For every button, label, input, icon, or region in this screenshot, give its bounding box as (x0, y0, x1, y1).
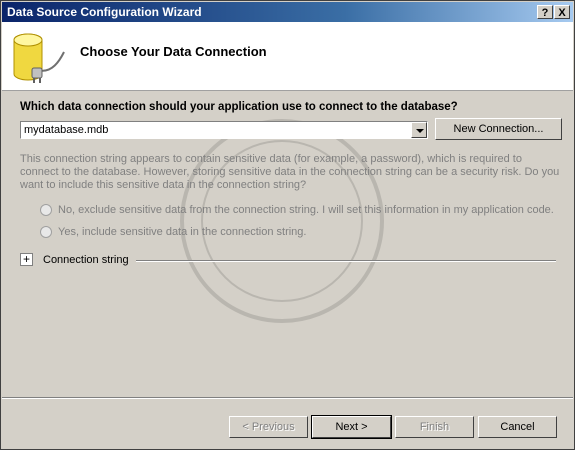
previous-button[interactable]: < Previous (229, 416, 308, 438)
footer-divider (2, 397, 573, 399)
radio-exclude-label: No, exclude sensitive data from the conn… (58, 204, 554, 217)
finish-button[interactable]: Finish (395, 416, 474, 438)
connection-string-divider (136, 260, 556, 262)
title-bar[interactable]: Data Source Configuration Wizard ? X (2, 2, 573, 22)
next-button[interactable]: Next > (311, 415, 392, 439)
wizard-content: Which data connection should your applic… (2, 91, 573, 395)
chevron-down-icon[interactable] (411, 122, 427, 138)
radio-exclude-sensitive[interactable]: No, exclude sensitive data from the conn… (40, 204, 554, 217)
wizard-window: Data Source Configuration Wizard ? X Cho… (0, 0, 575, 450)
watermark-seal-icon (142, 111, 422, 334)
connection-string-label: Connection string (43, 254, 129, 266)
new-connection-button[interactable]: New Connection... (435, 118, 562, 140)
close-button[interactable]: X (554, 5, 570, 19)
database-plug-icon (8, 30, 70, 89)
connection-question: Which data connection should your applic… (20, 101, 458, 113)
page-title: Choose Your Data Connection (80, 44, 267, 59)
connection-combobox-value: mydatabase.mdb (24, 124, 109, 136)
help-button[interactable]: ? (537, 5, 553, 19)
radio-circle-icon (40, 204, 52, 217)
connection-combobox[interactable]: mydatabase.mdb (20, 121, 428, 139)
sensitive-data-message: This connection string appears to contai… (20, 153, 560, 191)
window-title: Data Source Configuration Wizard (7, 5, 202, 19)
radio-include-label: Yes, include sensitive data in the conne… (58, 226, 307, 239)
wizard-header: Choose Your Data Connection (2, 22, 573, 91)
expand-connection-string-button[interactable]: + (20, 253, 33, 266)
radio-circle-icon (40, 226, 52, 239)
radio-include-sensitive[interactable]: Yes, include sensitive data in the conne… (40, 226, 307, 239)
cancel-button[interactable]: Cancel (478, 416, 557, 438)
